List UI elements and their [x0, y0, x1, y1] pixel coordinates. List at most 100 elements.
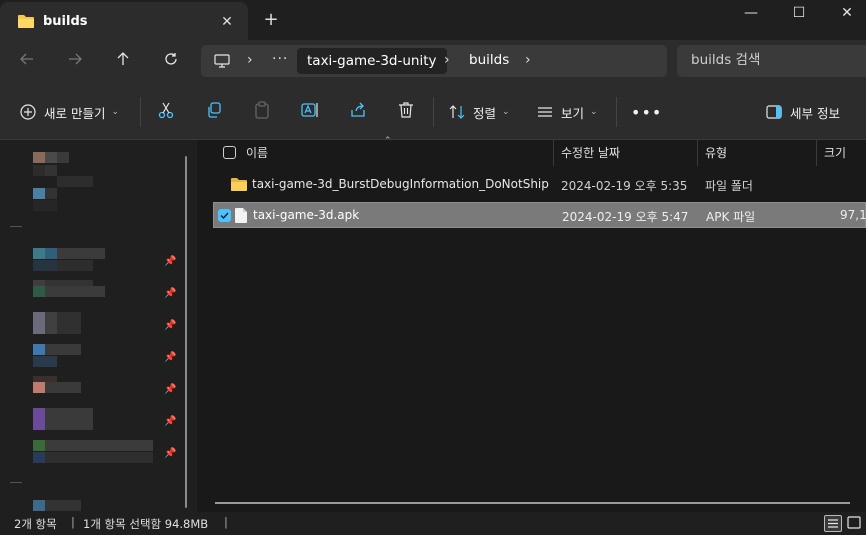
list-view-icon — [538, 107, 552, 117]
tab-title: builds — [43, 14, 88, 29]
select-all-checkbox[interactable] — [223, 146, 236, 159]
horizontal-scrollbar[interactable] — [215, 502, 850, 504]
rename-icon — [301, 103, 318, 117]
share-button[interactable] — [349, 101, 371, 123]
divider: | — [71, 515, 75, 529]
minimize-button[interactable]: — — [727, 0, 775, 28]
arrow-right-icon — [69, 53, 82, 65]
plus-circle-icon — [20, 104, 36, 120]
pin-icon: 📌 — [164, 384, 177, 395]
delete-button[interactable] — [397, 101, 419, 123]
column-divider[interactable] — [697, 140, 698, 166]
command-bar: 새로 만들기 ⌄ 정렬 ⌄ 보기 ⌄ ••• 세부 정보 — [0, 83, 866, 140]
clipboard-icon — [255, 101, 269, 119]
copy-button[interactable] — [205, 101, 227, 123]
folder-icon — [18, 14, 34, 31]
checkmark-icon — [220, 212, 229, 220]
search-box[interactable] — [677, 45, 866, 77]
breadcrumb-builds[interactable]: builds — [469, 52, 509, 68]
sidebar-item[interactable] — [33, 152, 173, 187]
title-bar: builds ✕ + — ☐ ✕ — [0, 0, 866, 40]
sidebar-item-pinned[interactable]: 📌 — [33, 440, 177, 472]
scissors-icon — [158, 102, 174, 119]
breadcrumb-chevron-icon[interactable]: › — [444, 52, 450, 68]
thumbnail-view-button[interactable] — [846, 515, 864, 532]
address-bar[interactable]: › ··· taxi-game-3d-unity › builds › — [201, 45, 667, 77]
thumbnail-view-icon — [847, 516, 861, 529]
breadcrumb-chevron-icon[interactable]: › — [247, 52, 253, 68]
file-icon — [235, 208, 247, 226]
sidebar-item[interactable] — [33, 188, 173, 220]
sidebar-scrollbar[interactable] — [185, 156, 187, 508]
new-tab-button[interactable]: + — [262, 11, 280, 29]
navigation-bar: › ··· taxi-game-3d-unity › builds › — [0, 40, 866, 83]
new-button[interactable]: 새로 만들기 ⌄ — [20, 101, 119, 123]
back-button[interactable] — [14, 49, 40, 73]
close-window-button[interactable]: ✕ — [823, 0, 866, 28]
selection-info: 1개 항목 선택함 94.8MB — [83, 517, 209, 531]
pin-icon: 📌 — [164, 320, 177, 331]
trash-icon — [399, 102, 413, 118]
ellipsis-icon: ••• — [631, 102, 663, 122]
paste-button[interactable] — [253, 101, 275, 123]
details-pane-label: 세부 정보 — [790, 105, 840, 121]
copy-icon — [208, 102, 221, 118]
share-icon — [351, 102, 365, 117]
divider — [616, 97, 617, 127]
chevron-down-icon: ⌄ — [590, 107, 598, 117]
forward-button[interactable] — [62, 49, 88, 73]
status-bar: 2개 항목 | 1개 항목 선택함 94.8MB | — [0, 512, 866, 535]
file-row[interactable]: taxi-game-3d_BurstDebugInformation_DoNot… — [213, 172, 866, 198]
maximize-button[interactable]: ☐ — [775, 0, 823, 28]
column-header-date[interactable]: 수정한 날짜 — [561, 140, 620, 166]
breadcrumb-more-button[interactable]: ··· — [272, 51, 288, 67]
file-list: ⌃ 이름 수정한 날짜 유형 크기 taxi-game-3d_BurstDebu… — [197, 136, 866, 512]
search-input[interactable] — [691, 52, 861, 68]
divider — [140, 97, 141, 127]
column-header-name[interactable]: 이름 — [246, 140, 268, 166]
column-header-type[interactable]: 유형 — [705, 140, 727, 166]
tab-builds[interactable]: builds ✕ — [0, 2, 248, 40]
pin-icon: 📌 — [164, 352, 177, 363]
more-options-button[interactable]: ••• — [631, 101, 662, 123]
breadcrumb-taxi-game-3d-unity[interactable]: taxi-game-3d-unity — [297, 48, 447, 74]
file-row[interactable]: taxi-game-3d.apk 2024-02-19 오후 5:47 APK … — [213, 202, 866, 228]
refresh-button[interactable] — [158, 49, 184, 73]
divider: | — [224, 515, 228, 529]
details-view-icon — [828, 519, 838, 528]
sidebar-item-pinned[interactable]: 📌 — [33, 344, 177, 376]
navigation-pane: 📌 📌 📌 📌 📌 📌 📌 — [0, 140, 197, 512]
file-size: 97,17 — [840, 208, 866, 222]
refresh-icon — [165, 53, 177, 65]
folder-icon — [231, 178, 247, 194]
arrow-up-icon — [117, 52, 129, 65]
sort-ascending-icon: ⌃ — [384, 136, 392, 146]
rename-button[interactable] — [301, 101, 323, 123]
sidebar-item-pinned[interactable]: 📌 — [33, 248, 176, 280]
sidebar-item-pinned[interactable]: 📌 — [33, 408, 176, 440]
divider — [433, 97, 434, 127]
details-pane-button[interactable]: 세부 정보 — [766, 101, 840, 123]
up-button[interactable] — [110, 49, 136, 73]
tab-close-button[interactable]: ✕ — [218, 13, 236, 31]
column-divider[interactable] — [816, 140, 817, 166]
details-pane-icon — [766, 105, 782, 119]
column-divider[interactable] — [553, 140, 554, 166]
pin-icon: 📌 — [164, 448, 177, 459]
sidebar-item-pinned[interactable]: 📌 — [33, 280, 176, 312]
sort-icon — [449, 105, 465, 119]
view-button[interactable]: 보기 ⌄ — [537, 101, 598, 123]
breadcrumb-chevron-icon[interactable]: › — [525, 52, 531, 68]
divider — [10, 226, 22, 227]
row-checkbox[interactable] — [218, 209, 231, 222]
sidebar-item-pinned[interactable]: 📌 — [33, 312, 177, 344]
chevron-down-icon: ⌄ — [502, 107, 510, 117]
sidebar-item[interactable] — [33, 500, 173, 512]
sort-button[interactable]: 정렬 ⌄ — [449, 101, 510, 123]
column-header-size[interactable]: 크기 — [824, 140, 846, 166]
cut-button[interactable] — [157, 101, 179, 123]
file-date: 2024-02-19 오후 5:35 — [561, 179, 688, 193]
chevron-down-icon: ⌄ — [111, 107, 120, 117]
sidebar-item-pinned[interactable]: 📌 — [33, 376, 177, 408]
details-view-button[interactable] — [824, 515, 842, 532]
